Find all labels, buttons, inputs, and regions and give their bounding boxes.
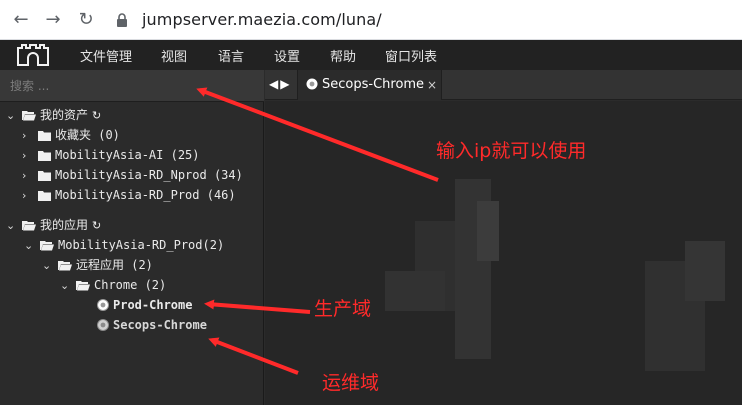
tree-node-my-apps[interactable]: ⌄ 我的应用 ↻ — [6, 216, 101, 234]
tree-node-label: Prod-Chrome — [113, 298, 193, 312]
tree-node-label: MobilityAsia-RD_Prod (46) — [55, 188, 236, 202]
menu-window-list[interactable]: 窗口列表 — [385, 46, 437, 65]
back-arrow-icon[interactable]: ← — [10, 9, 32, 31]
chevron-down-icon[interactable]: ⌄ — [42, 257, 52, 275]
folder-open-icon — [22, 221, 36, 231]
tree-node-favorites[interactable]: › 收藏夹 (0) — [22, 126, 120, 144]
blurred-content — [385, 271, 445, 311]
tree-node-label: Chrome (2) — [94, 278, 167, 292]
folder-icon — [38, 151, 51, 161]
tree-node-my-assets[interactable]: ⌄ 我的资产 ↻ — [6, 106, 101, 124]
chrome-icon — [306, 78, 318, 90]
folder-open-icon — [76, 281, 90, 291]
chevron-right-icon[interactable]: › — [22, 147, 32, 165]
tree-node-label: MobilityAsia-AI (25) — [55, 148, 200, 162]
url-text[interactable]: jumpserver.maezia.com/luna/ — [142, 10, 382, 29]
chrome-icon — [97, 299, 109, 311]
tree-node-label: MobilityAsia-RD_Prod(2) — [58, 238, 225, 252]
tree-node-label: Secops-Chrome — [113, 318, 207, 332]
folder-icon — [38, 131, 51, 141]
annotation-prod-label: 生产域 — [314, 298, 372, 320]
folder-open-icon — [22, 111, 36, 121]
folder-icon — [38, 171, 51, 181]
menu-help[interactable]: 帮助 — [330, 46, 356, 65]
jumpserver-logo-icon — [17, 44, 49, 66]
chevron-right-icon[interactable]: › — [22, 167, 32, 185]
blurred-content — [685, 241, 725, 301]
menu-view[interactable]: 视图 — [161, 46, 187, 65]
search-input[interactable] — [10, 77, 250, 95]
chevron-down-icon[interactable]: ⌄ — [60, 277, 70, 295]
chevron-right-icon[interactable]: › — [22, 187, 32, 205]
annotation-search-hint: 输入ip就可以使用 — [436, 140, 587, 162]
chevron-right-icon[interactable]: › — [22, 127, 32, 145]
tree-node-prod-chrome[interactable]: Prod-Chrome — [97, 296, 192, 314]
tree-node-label: 远程应用 (2) — [76, 258, 153, 272]
folder-open-icon — [58, 261, 72, 271]
tree-node-mobilityasia-rd-prod[interactable]: › MobilityAsia-RD_Prod (46) — [22, 186, 236, 204]
tree-node-mobilityasia-rd-prod-apps[interactable]: ⌄ MobilityAsia-RD_Prod(2) — [24, 236, 224, 254]
tree-node-label: 我的资产 — [40, 108, 89, 122]
tree-node-secops-chrome[interactable]: Secops-Chrome — [97, 316, 207, 334]
chevron-down-icon[interactable]: ⌄ — [6, 217, 16, 235]
forward-arrow-icon[interactable]: → — [42, 9, 64, 31]
chrome-icon — [97, 319, 109, 331]
annotation-ops-label: 运维域 — [322, 372, 380, 394]
refresh-icon[interactable]: ↻ — [92, 217, 101, 235]
chevron-down-icon[interactable]: ⌄ — [24, 237, 34, 255]
folder-icon — [38, 191, 51, 201]
tree-node-chrome-folder[interactable]: ⌄ Chrome (2) — [60, 276, 166, 294]
menu-language[interactable]: 语言 — [218, 46, 244, 65]
tree-node-label: MobilityAsia-RD_Nprod (34) — [55, 168, 243, 182]
search-box — [0, 70, 264, 102]
tree-node-mobilityasia-rd-nprod[interactable]: › MobilityAsia-RD_Nprod (34) — [22, 166, 243, 184]
tree-node-label: 我的应用 — [40, 218, 89, 232]
tab-label: Secops-Chrome — [322, 77, 425, 92]
folder-open-icon — [40, 241, 54, 251]
tree-node-label: 收藏夹 (0) — [55, 128, 120, 142]
chevron-down-icon[interactable]: ⌄ — [6, 107, 16, 125]
blurred-content — [477, 201, 499, 261]
tree-node-mobilityasia-ai[interactable]: › MobilityAsia-AI (25) — [22, 146, 200, 164]
menu-file-manager[interactable]: 文件管理 — [80, 46, 132, 65]
refresh-icon[interactable]: ↻ — [92, 107, 101, 125]
tab-scroll-arrows-icon[interactable]: ◀▶ — [269, 77, 291, 91]
lock-icon — [117, 13, 127, 27]
reload-icon[interactable]: ↻ — [75, 9, 97, 31]
close-icon[interactable]: × — [427, 78, 437, 92]
menu-settings[interactable]: 设置 — [274, 46, 300, 65]
tree-node-remote-apps[interactable]: ⌄ 远程应用 (2) — [42, 256, 153, 274]
